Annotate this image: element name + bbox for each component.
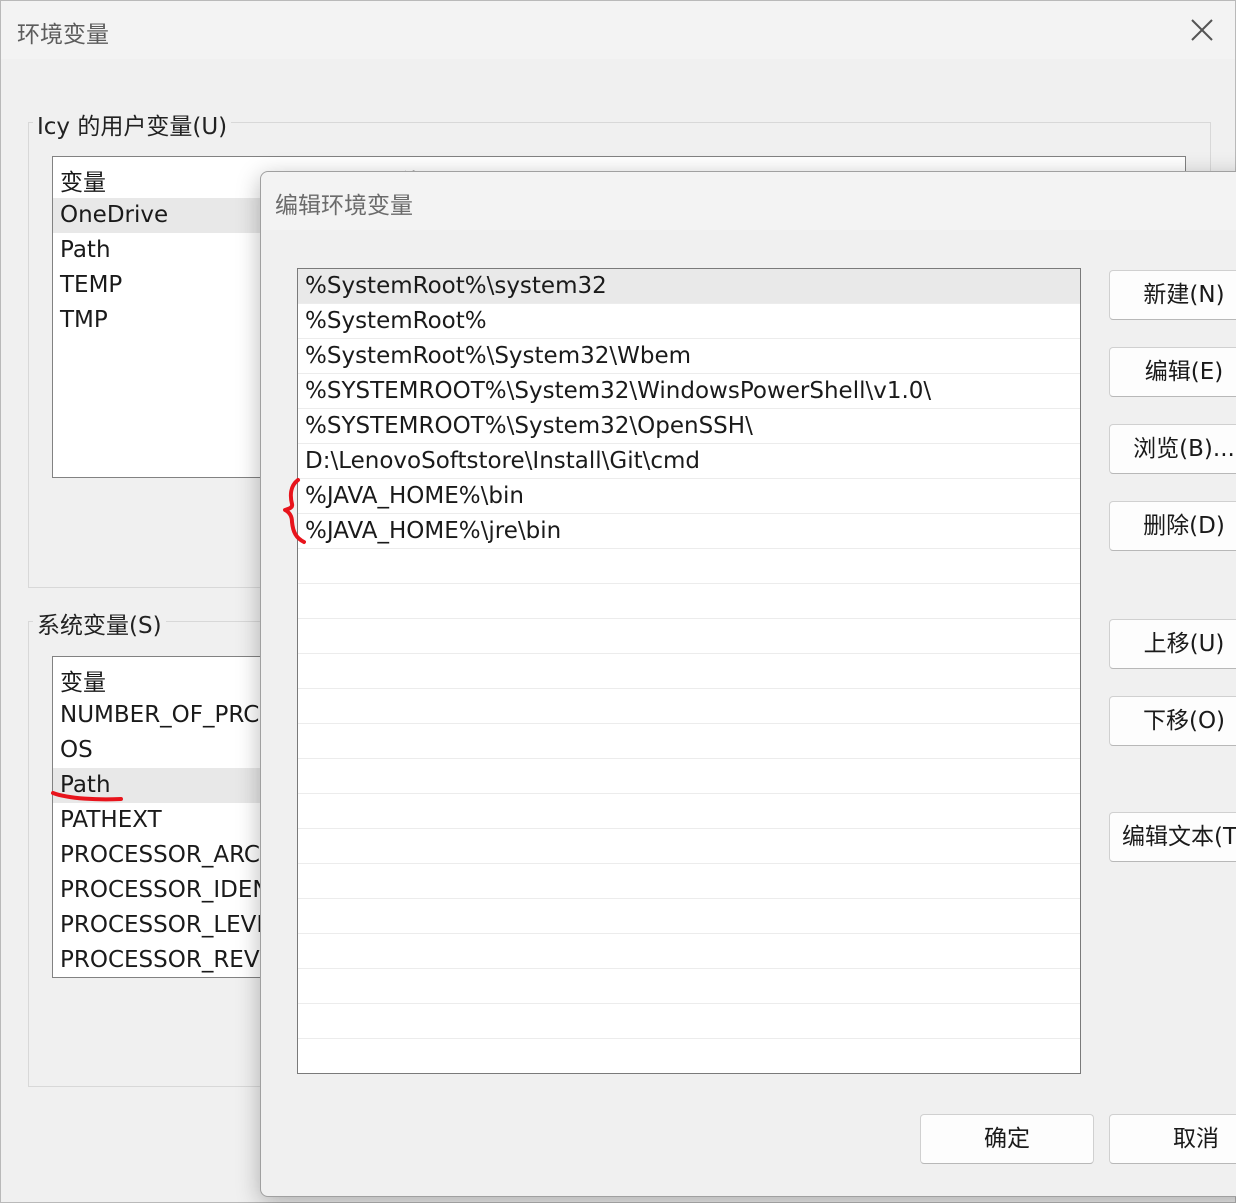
path-entries-list[interactable]: %SystemRoot%\system32 %SystemRoot% %Syst… <box>297 268 1081 1074</box>
dialog-titlebar: 编辑环境变量 <box>261 172 1236 230</box>
delete-button[interactable]: 删除(D) <box>1109 501 1236 551</box>
ok-button[interactable]: 确定 <box>920 1114 1094 1164</box>
path-entry[interactable]: %SYSTEMROOT%\System32\WindowsPowerShell\… <box>298 374 1080 409</box>
edit-environment-variable-dialog: 编辑环境变量 %SystemRoot%\system32 %SystemRoot… <box>260 171 1236 1197</box>
empty-path-row[interactable] <box>298 759 1080 794</box>
move-up-button[interactable]: 上移(U) <box>1109 619 1236 669</box>
empty-path-row[interactable] <box>298 619 1080 654</box>
new-button[interactable]: 新建(N) <box>1109 270 1236 320</box>
column-header-variable[interactable]: 变量 <box>60 163 106 197</box>
move-down-button[interactable]: 下移(O) <box>1109 696 1236 746</box>
path-entry[interactable]: %SystemRoot%\System32\Wbem <box>298 339 1080 374</box>
empty-path-row[interactable] <box>298 969 1080 1004</box>
path-entry[interactable]: D:\LenovoSoftstore\Install\Git\cmd <box>298 444 1080 479</box>
outer-window-title: 环境变量 <box>17 22 109 48</box>
empty-path-row[interactable] <box>298 934 1080 969</box>
empty-path-row[interactable] <box>298 1004 1080 1039</box>
empty-path-row[interactable] <box>298 864 1080 899</box>
path-entry[interactable]: %JAVA_HOME%\jre\bin <box>298 514 1080 549</box>
empty-path-row[interactable] <box>298 724 1080 759</box>
empty-path-row[interactable] <box>298 1039 1080 1073</box>
empty-path-row[interactable] <box>298 794 1080 829</box>
path-entry[interactable]: %SYSTEMROOT%\System32\OpenSSH\ <box>298 409 1080 444</box>
empty-path-row[interactable] <box>298 689 1080 724</box>
path-entry[interactable]: %JAVA_HOME%\bin <box>298 479 1080 514</box>
dialog-title: 编辑环境变量 <box>275 193 413 219</box>
cancel-button[interactable]: 取消 <box>1109 1114 1236 1164</box>
empty-path-row[interactable] <box>298 549 1080 584</box>
edit-text-button[interactable]: 编辑文本(T) <box>1109 812 1236 862</box>
empty-path-row[interactable] <box>298 829 1080 864</box>
column-header-variable[interactable]: 变量 <box>60 663 106 697</box>
edit-button[interactable]: 编辑(E) <box>1109 347 1236 397</box>
system-variables-label: 系统变量(S) <box>33 606 166 640</box>
empty-path-row[interactable] <box>298 899 1080 934</box>
browse-button[interactable]: 浏览(B)... <box>1109 424 1236 474</box>
empty-path-row[interactable] <box>298 584 1080 619</box>
path-entry[interactable]: %SystemRoot% <box>298 304 1080 339</box>
user-variables-label: Icy 的用户变量(U) <box>33 107 232 141</box>
outer-titlebar: 环境变量 <box>1 1 1235 59</box>
path-entry[interactable]: %SystemRoot%\system32 <box>298 269 1080 304</box>
empty-path-row[interactable] <box>298 654 1080 689</box>
close-icon[interactable] <box>1181 11 1223 49</box>
